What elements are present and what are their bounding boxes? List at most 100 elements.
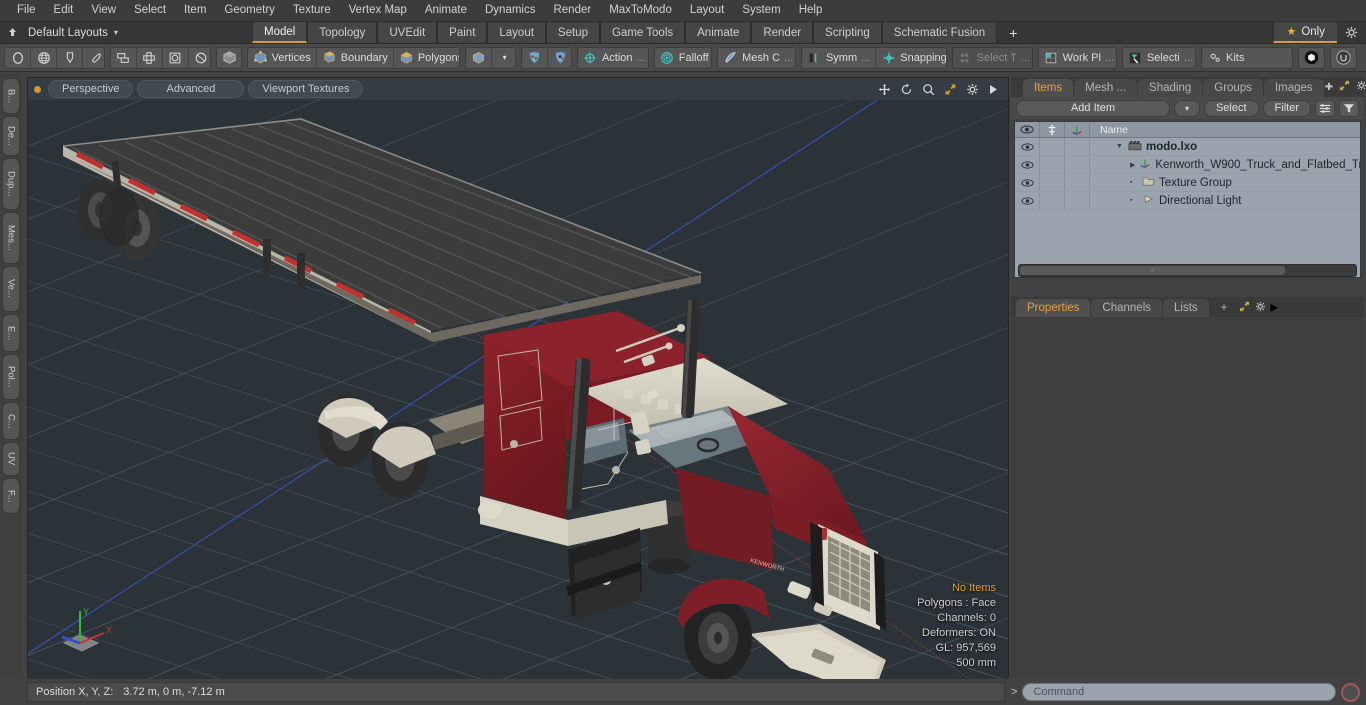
tree-item-scene[interactable]: ▼ modo.lxo <box>1090 140 1360 154</box>
tab-items[interactable]: Items <box>1023 79 1074 97</box>
expand-icon[interactable] <box>1339 80 1350 94</box>
tab-schematic-fusion[interactable]: Schematic Fusion <box>881 22 998 43</box>
shield-b-icon[interactable] <box>548 48 571 68</box>
row-axis-toggle[interactable] <box>1065 174 1090 191</box>
square-icon[interactable] <box>163 47 189 68</box>
transform-icon[interactable] <box>111 47 137 68</box>
viewport-canvas[interactable]: KENWORTH Y X No Items Polygons: Face Ch… <box>28 100 1008 679</box>
tab-properties[interactable]: Properties <box>1016 299 1091 317</box>
action-center-button[interactable]: Action ... <box>578 48 648 68</box>
left-tab-polygon[interactable]: Pol... <box>2 354 20 400</box>
menu-help[interactable]: Help <box>790 1 832 20</box>
selection-set-button[interactable]: Selecti ... <box>1123 48 1195 68</box>
left-tab-deform[interactable]: De... <box>2 116 20 156</box>
menu-maxtomodo[interactable]: MaxToModo <box>600 1 681 20</box>
tab-render[interactable]: Render <box>751 22 814 43</box>
tab-layout[interactable]: Layout <box>487 22 546 43</box>
viewport-gear-icon[interactable] <box>966 83 979 96</box>
play-icon[interactable] <box>988 84 998 95</box>
row-lock-toggle[interactable] <box>1040 156 1065 173</box>
symmetry-button[interactable]: Symm ... <box>802 47 877 68</box>
filter-button[interactable]: Filter <box>1262 99 1311 117</box>
scene-kenworth-truck-and-flatbed-trailer[interactable]: KENWORTH <box>28 100 1008 679</box>
mesh-constraint-button[interactable]: Mesh C ... <box>718 48 795 68</box>
sphere-icon[interactable] <box>189 48 210 68</box>
viewport-3d[interactable]: Perspective Advanced Viewport Textures K… <box>27 77 1009 679</box>
layout-selector[interactable]: Default Layouts ▾ <box>24 22 144 43</box>
brush-icon[interactable] <box>83 48 104 68</box>
menu-render[interactable]: Render <box>544 1 600 20</box>
add-item-chevron-down-icon[interactable]: ▾ <box>1173 99 1200 117</box>
menu-system[interactable]: System <box>733 1 789 20</box>
item-tree-scrollbar[interactable] <box>1018 264 1357 277</box>
properties-expand-icon[interactable] <box>1239 299 1250 316</box>
properties-gear-icon[interactable] <box>1255 299 1266 316</box>
cube-chevron-down-icon[interactable]: ▾ <box>492 48 515 68</box>
left-tab-duplicate[interactable]: Dup... <box>2 158 20 210</box>
row-visibility-toggle[interactable] <box>1015 174 1040 191</box>
menu-edit[interactable]: Edit <box>45 1 83 20</box>
tab-animate[interactable]: Animate <box>685 22 752 43</box>
mode-boundary-button[interactable]: Boundary <box>317 47 394 68</box>
cube-icon[interactable] <box>466 47 493 68</box>
chevron-down-icon[interactable]: ▼ <box>1116 143 1124 150</box>
menu-dynamics[interactable]: Dynamics <box>476 1 544 20</box>
shield-a-icon[interactable] <box>522 47 549 68</box>
modo-cube-icon[interactable] <box>1299 48 1324 68</box>
home-arrow-icon[interactable] <box>0 22 24 43</box>
add-properties-tab-button[interactable]: + <box>1210 299 1239 317</box>
mode-polygons-button[interactable]: Polygons <box>394 48 459 68</box>
pen-icon[interactable] <box>57 47 83 68</box>
crosshair-icon[interactable] <box>137 47 163 68</box>
table-row[interactable]: ▪ Directional Light <box>1015 192 1360 210</box>
menu-select[interactable]: Select <box>125 1 175 20</box>
menu-view[interactable]: View <box>82 1 125 20</box>
row-lock-toggle[interactable] <box>1040 138 1065 155</box>
left-tab-vertex[interactable]: Ve... <box>2 266 20 312</box>
left-tab-mesh-edit[interactable]: Mes... <box>2 212 20 264</box>
tree-item-mesh[interactable]: ▶ Kenworth_W900_Truck_and_Flatbed_Tr... <box>1090 157 1360 172</box>
tab-topology[interactable]: Topology <box>307 22 378 43</box>
menu-item[interactable]: Item <box>175 1 215 20</box>
list-options-icon[interactable] <box>1315 99 1335 117</box>
tab-model[interactable]: Model <box>252 22 308 43</box>
tab-groups[interactable]: Groups <box>1203 79 1263 97</box>
add-tab-button[interactable]: + <box>997 22 1029 43</box>
item-cube-icon[interactable] <box>217 48 241 68</box>
viewport-shading-button[interactable]: Advanced <box>137 80 245 98</box>
add-item-button[interactable]: Add Item <box>1016 99 1170 117</box>
menu-geometry[interactable]: Geometry <box>215 1 284 20</box>
viewport-textures-button[interactable]: Viewport Textures <box>248 80 364 98</box>
tab-lists[interactable]: Lists <box>1163 299 1209 317</box>
tab-channels[interactable]: Channels <box>1091 299 1163 317</box>
record-icon[interactable] <box>1341 682 1360 702</box>
scrollbar-thumb[interactable] <box>1020 266 1285 275</box>
snapping-button[interactable]: Snapping <box>876 48 946 68</box>
tab-paint[interactable]: Paint <box>437 22 488 43</box>
select-through-button[interactable]: Select T ... <box>953 48 1032 68</box>
properties-play-icon[interactable]: ▸ <box>1270 299 1278 316</box>
mode-vertices-button[interactable]: Vertices <box>248 47 317 68</box>
zoom-icon[interactable] <box>922 83 935 96</box>
table-row[interactable]: ▪ Texture Group <box>1015 174 1360 192</box>
tab-scripting[interactable]: Scripting <box>813 22 882 43</box>
tree-item-directional-light[interactable]: ▪ Directional Light <box>1090 194 1360 208</box>
tab-shading[interactable]: Shading <box>1138 79 1203 97</box>
select-button[interactable]: Select <box>1203 99 1259 117</box>
left-tab-falloff[interactable]: F... <box>2 478 20 514</box>
only-toggle-button[interactable]: ★ Only <box>1273 22 1337 43</box>
tree-item-texture-group[interactable]: ▪ Texture Group <box>1090 176 1360 190</box>
tab-setup[interactable]: Setup <box>545 22 600 43</box>
left-tab-curve[interactable]: C... <box>2 402 20 440</box>
left-tab-uv[interactable]: UV <box>2 442 20 476</box>
row-axis-toggle[interactable] <box>1065 192 1090 209</box>
panel-gear-icon[interactable] <box>1356 80 1366 94</box>
command-input[interactable]: Command <box>1022 683 1336 701</box>
viewport-perspective-button[interactable]: Perspective <box>48 80 134 98</box>
fit-icon[interactable] <box>944 83 957 96</box>
tab-images[interactable]: Images <box>1263 79 1324 97</box>
left-tab-edge[interactable]: E... <box>2 314 20 352</box>
left-tab-basic[interactable]: B... <box>2 78 20 114</box>
tab-mesh-ops[interactable]: Mesh ... <box>1074 79 1138 97</box>
funnel-icon[interactable] <box>1339 99 1359 117</box>
